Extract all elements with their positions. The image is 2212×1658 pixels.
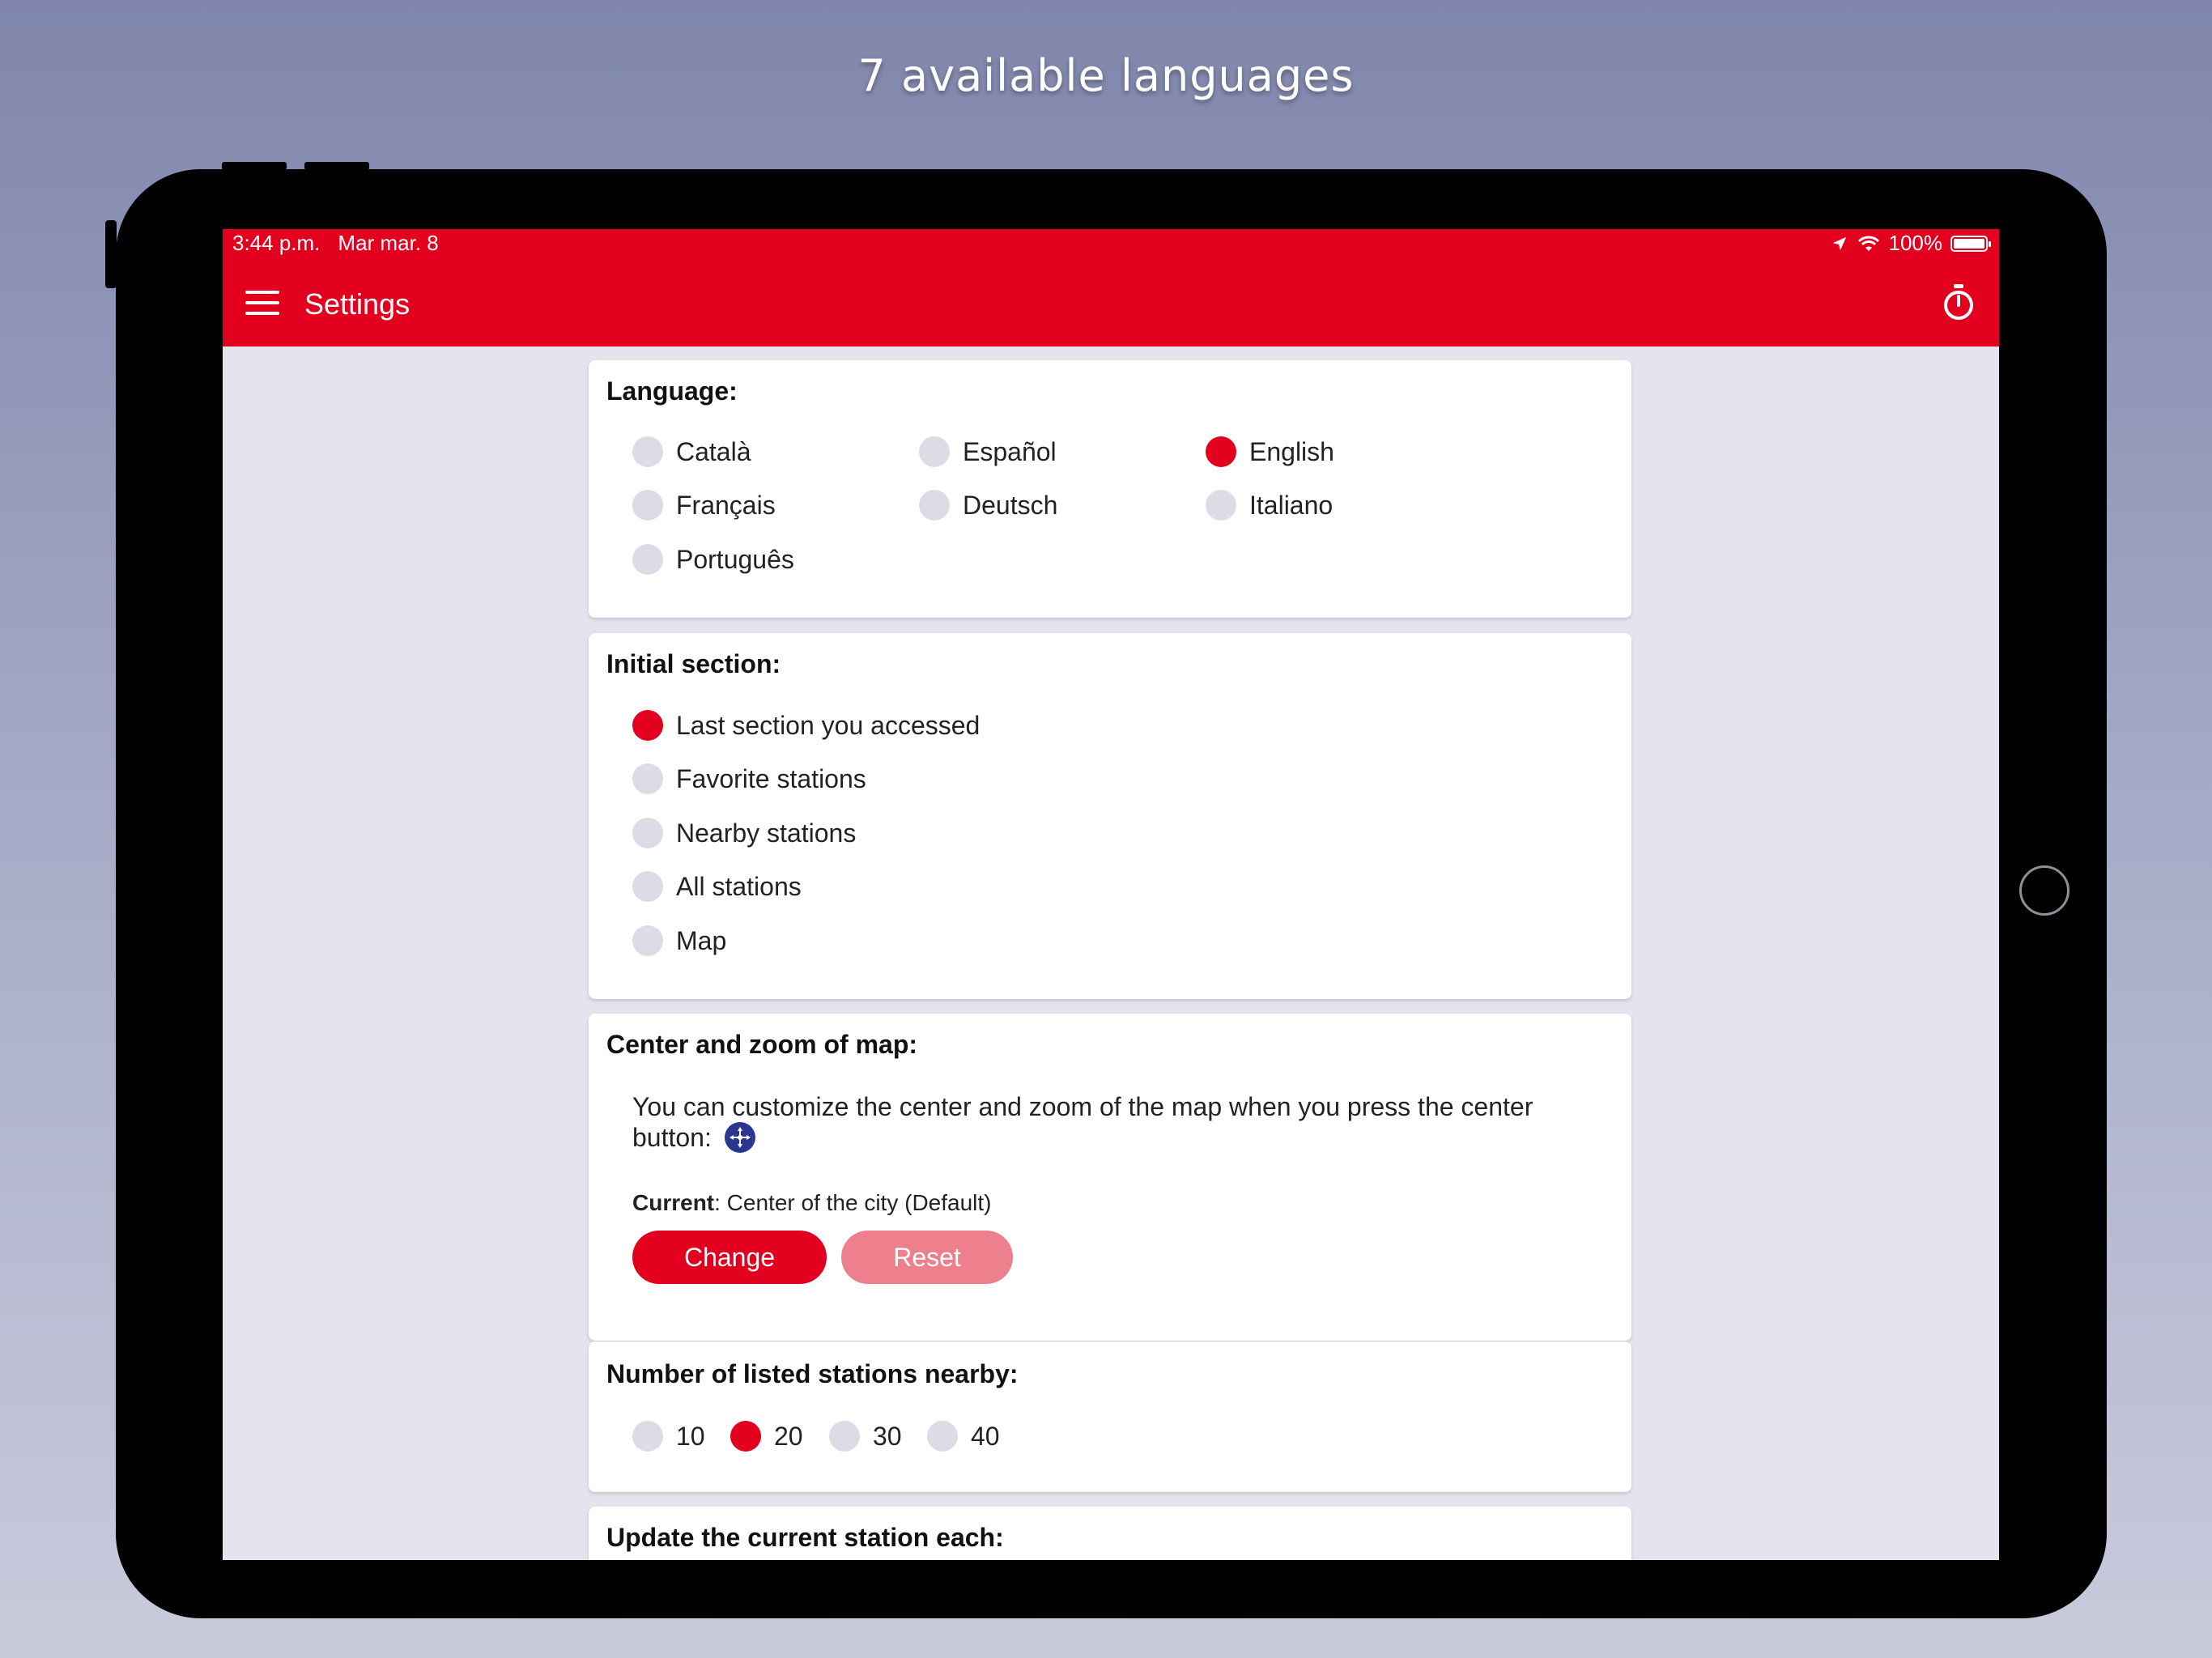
option-label: Italiano: [1249, 490, 1334, 520]
radio-button[interactable]: [1206, 490, 1236, 521]
location-arrow-icon: [1832, 236, 1846, 250]
language-option-deutsch[interactable]: Deutsch: [919, 490, 1057, 521]
battery-percent: 100%: [1888, 231, 1943, 255]
nearby-count-title: Number of listed stations nearby:: [606, 1359, 1019, 1388]
map-center-card: Center and zoom of map: You can customiz…: [589, 1014, 1631, 1341]
current-label: Current: [632, 1190, 715, 1215]
option-label: Català: [676, 436, 751, 466]
language-option-english[interactable]: English: [1206, 436, 1334, 467]
status-date: Mar mar. 8: [338, 231, 439, 255]
option-label: 20: [774, 1421, 803, 1451]
app-bar: 3:44 p.m. Mar mar. 8 100% Settings: [223, 229, 1999, 346]
wifi-icon: [1857, 236, 1879, 251]
status-bar-left: 3:44 p.m. Mar mar. 8: [232, 231, 457, 256]
language-card: Language: Català Español English Françai…: [589, 360, 1631, 618]
initial-section-title: Initial section:: [606, 649, 781, 678]
promo-headline: 7 available languages: [857, 50, 1355, 101]
radio-button-selected[interactable]: [632, 710, 663, 741]
map-center-title: Center and zoom of map:: [606, 1030, 918, 1059]
stopwatch-icon[interactable]: [1941, 283, 1976, 321]
initial-option-nearby-stations[interactable]: Nearby stations: [632, 818, 856, 848]
initial-option-all-stations[interactable]: All stations: [632, 871, 802, 902]
option-label: 30: [873, 1421, 902, 1451]
option-label: Nearby stations: [676, 818, 857, 848]
language-option-italiano[interactable]: Italiano: [1206, 490, 1333, 521]
update-station-title: Update the current station each:: [606, 1523, 1004, 1552]
center-map-icon: [724, 1121, 755, 1153]
radio-button[interactable]: [632, 925, 663, 956]
option-label: Português: [676, 544, 794, 574]
radio-button-selected[interactable]: [1206, 436, 1236, 467]
option-label: English: [1249, 436, 1334, 466]
radio-button[interactable]: [632, 1421, 663, 1452]
option-label: 10: [676, 1421, 705, 1451]
option-label: Map: [676, 925, 727, 955]
map-center-description: You can customize the center and zoom of…: [632, 1091, 1547, 1156]
option-label: Favorite stations: [676, 763, 866, 793]
option-label: 40: [971, 1421, 1000, 1451]
radio-button[interactable]: [919, 490, 950, 521]
option-label: Last section you accessed: [676, 710, 981, 740]
nearby-count-card: Number of listed stations nearby: 10 20 …: [589, 1341, 1631, 1492]
language-option-francais[interactable]: Français: [632, 490, 776, 521]
option-label: Français: [676, 490, 776, 520]
nearby-option-30[interactable]: 30: [829, 1421, 902, 1452]
option-label: Deutsch: [963, 490, 1058, 520]
radio-button-selected[interactable]: [730, 1421, 761, 1452]
nearby-option-20[interactable]: 20: [730, 1421, 803, 1452]
language-option-espanol[interactable]: Español: [919, 436, 1057, 467]
language-option-portugues[interactable]: Português: [632, 544, 794, 575]
home-button: [2019, 865, 2069, 916]
app-screen: 3:44 p.m. Mar mar. 8 100% Settings Langua…: [223, 229, 1999, 1560]
map-center-description-text: You can customize the center and zoom of…: [632, 1092, 1534, 1152]
battery-icon: [1950, 235, 1991, 252]
option-label: Español: [963, 436, 1057, 466]
side-button: [105, 220, 117, 288]
status-time: 3:44 p.m.: [232, 231, 321, 255]
initial-section-card: Initial section: Last section you access…: [589, 633, 1631, 999]
initial-option-map[interactable]: Map: [632, 925, 726, 956]
update-station-card: Update the current station each:: [589, 1507, 1631, 1560]
status-bar-right: 100%: [1831, 231, 1991, 256]
radio-button[interactable]: [829, 1421, 860, 1452]
option-label: All stations: [676, 871, 802, 901]
nearby-option-40[interactable]: 40: [927, 1421, 1000, 1452]
page-title: Settings: [304, 287, 410, 321]
initial-option-last-section[interactable]: Last section you accessed: [632, 710, 980, 741]
radio-button[interactable]: [632, 436, 663, 467]
radio-button[interactable]: [632, 544, 663, 575]
nearby-option-10[interactable]: 10: [632, 1421, 705, 1452]
radio-button[interactable]: [632, 871, 663, 902]
radio-button[interactable]: [632, 763, 663, 794]
reset-button[interactable]: Reset: [841, 1231, 1013, 1284]
initial-option-favorite-stations[interactable]: Favorite stations: [632, 763, 866, 794]
radio-button[interactable]: [632, 818, 663, 848]
map-center-current: Current: Center of the city (Default): [632, 1190, 991, 1216]
hamburger-menu-icon[interactable]: [245, 291, 281, 317]
language-option-catala[interactable]: Català: [632, 436, 751, 467]
language-title: Language:: [606, 376, 738, 406]
radio-button[interactable]: [919, 436, 950, 467]
radio-button[interactable]: [632, 490, 663, 521]
radio-button[interactable]: [927, 1421, 958, 1452]
current-value: : Center of the city (Default): [714, 1190, 992, 1215]
change-button[interactable]: Change: [632, 1231, 827, 1284]
